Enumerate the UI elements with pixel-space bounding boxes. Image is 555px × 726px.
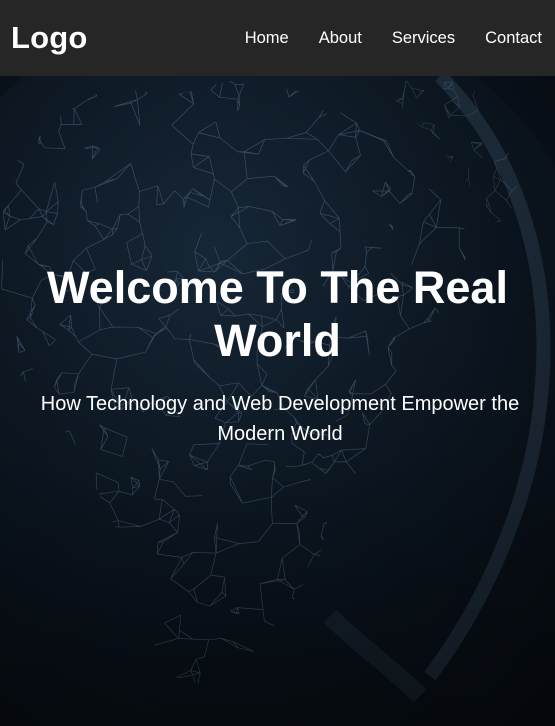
navbar: Logo Home About Services Contact	[0, 0, 555, 76]
nav-link-about[interactable]: About	[319, 29, 362, 47]
hero-title: Welcome To The Real World	[47, 262, 508, 366]
nav-link-contact[interactable]: Contact	[485, 29, 542, 47]
hero-content: Welcome To The Real World How Technology…	[0, 261, 555, 449]
nav-link-services[interactable]: Services	[392, 29, 455, 47]
nav-item-about: About	[319, 29, 362, 48]
nav-item-contact: Contact	[485, 29, 542, 48]
nav-link-home[interactable]: Home	[245, 29, 289, 47]
nav-item-services: Services	[392, 29, 455, 48]
hero-section: Welcome To The Real World How Technology…	[0, 76, 555, 726]
logo[interactable]: Logo	[11, 20, 88, 56]
page: Logo Home About Services Contact Welcome…	[0, 0, 555, 726]
hero-subtitle: How Technology and Web Development Empow…	[40, 393, 520, 445]
nav-item-home: Home	[245, 29, 289, 48]
nav-menu: Home About Services Contact	[245, 29, 542, 48]
